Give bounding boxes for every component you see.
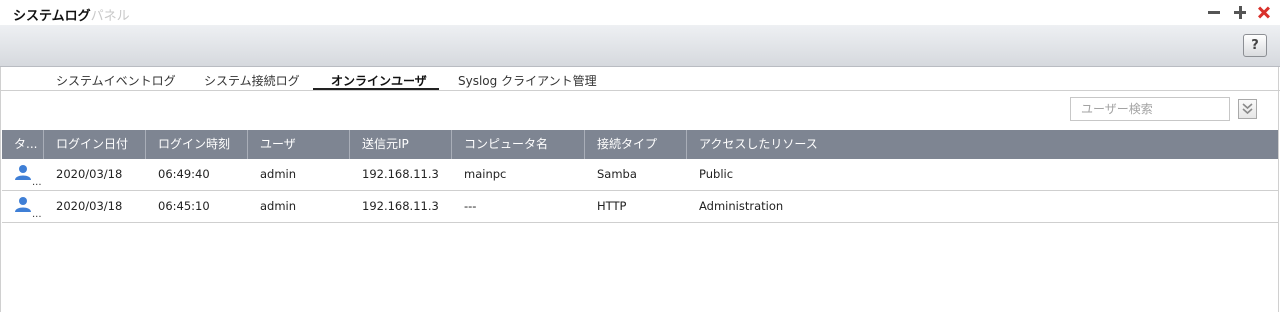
type-more-text: ... [32, 177, 42, 188]
source-ip-cell: 192.168.11.3 [362, 167, 439, 181]
window-title: システムログパネル [13, 5, 130, 24]
double-chevron-down-icon [1242, 103, 1253, 115]
login-time-cell: 06:49:40 [158, 167, 210, 181]
login-date-cell: 2020/03/18 [56, 199, 123, 213]
column-header-connection-type[interactable]: 接続タイプ [585, 130, 687, 159]
minimize-icon[interactable] [1206, 4, 1222, 20]
column-header-login-date[interactable]: ログイン日付 [44, 130, 146, 159]
title-bar: システムログパネル [0, 0, 1280, 25]
user-icon [15, 165, 31, 180]
row-type-cell: ... [2, 159, 44, 190]
table-header: タ... ログイン日付 ログイン時刻 ユーザ 送信元IP コンピュータ名 接続タ… [2, 130, 1278, 159]
active-tab-indicator [313, 88, 439, 90]
window-title-ghost: パネル [90, 9, 130, 24]
connection-type-cell: HTTP [597, 199, 627, 213]
column-header-login-time[interactable]: ログイン時刻 [146, 130, 248, 159]
column-header-source-ip[interactable]: 送信元IP [350, 130, 452, 159]
tab-online-users[interactable]: オンラインユーザ [331, 72, 427, 89]
connection-type-cell: Samba [597, 167, 637, 181]
maximize-icon[interactable] [1232, 4, 1248, 20]
close-icon[interactable] [1256, 4, 1272, 20]
window-title-text: システムログ [13, 9, 91, 24]
table-row[interactable]: ... 2020/03/18 06:45:10 admin 192.168.11… [2, 191, 1278, 223]
login-time-cell: 06:45:10 [158, 199, 210, 213]
tab-system-connection-log[interactable]: システム接続ログ [204, 72, 300, 89]
tab-bar: システムイベントログ システム接続ログ オンラインユーザ Syslog クライア… [0, 67, 1280, 91]
computer-name-cell: mainpc [464, 167, 507, 181]
tab-system-event-log[interactable]: システムイベントログ [56, 72, 176, 89]
column-header-computer-name[interactable]: コンピュータ名 [452, 130, 585, 159]
search-options-button[interactable] [1238, 99, 1257, 119]
help-button[interactable]: ? [1243, 34, 1267, 57]
row-type-cell: ... [2, 191, 44, 222]
column-header-type[interactable]: タ... [2, 130, 44, 159]
online-users-table: タ... ログイン日付 ログイン時刻 ユーザ 送信元IP コンピュータ名 接続タ… [2, 130, 1278, 223]
login-date-cell: 2020/03/18 [56, 167, 123, 181]
toolbar: ? [0, 25, 1280, 67]
column-header-accessed-resource[interactable]: アクセスしたリソース [687, 130, 1278, 159]
user-cell: admin [260, 167, 297, 181]
user-icon [15, 197, 31, 212]
user-cell: admin [260, 199, 297, 213]
accessed-resource-cell: Administration [699, 199, 784, 213]
tab-syslog-client-management[interactable]: Syslog クライアント管理 [458, 72, 597, 89]
accessed-resource-cell: Public [699, 167, 734, 181]
computer-name-cell: --- [464, 199, 477, 213]
table-row[interactable]: ... 2020/03/18 06:49:40 admin 192.168.11… [2, 159, 1278, 191]
column-header-user[interactable]: ユーザ [248, 130, 350, 159]
user-search-input[interactable] [1070, 97, 1230, 121]
source-ip-cell: 192.168.11.3 [362, 199, 439, 213]
type-more-text: ... [32, 209, 42, 220]
